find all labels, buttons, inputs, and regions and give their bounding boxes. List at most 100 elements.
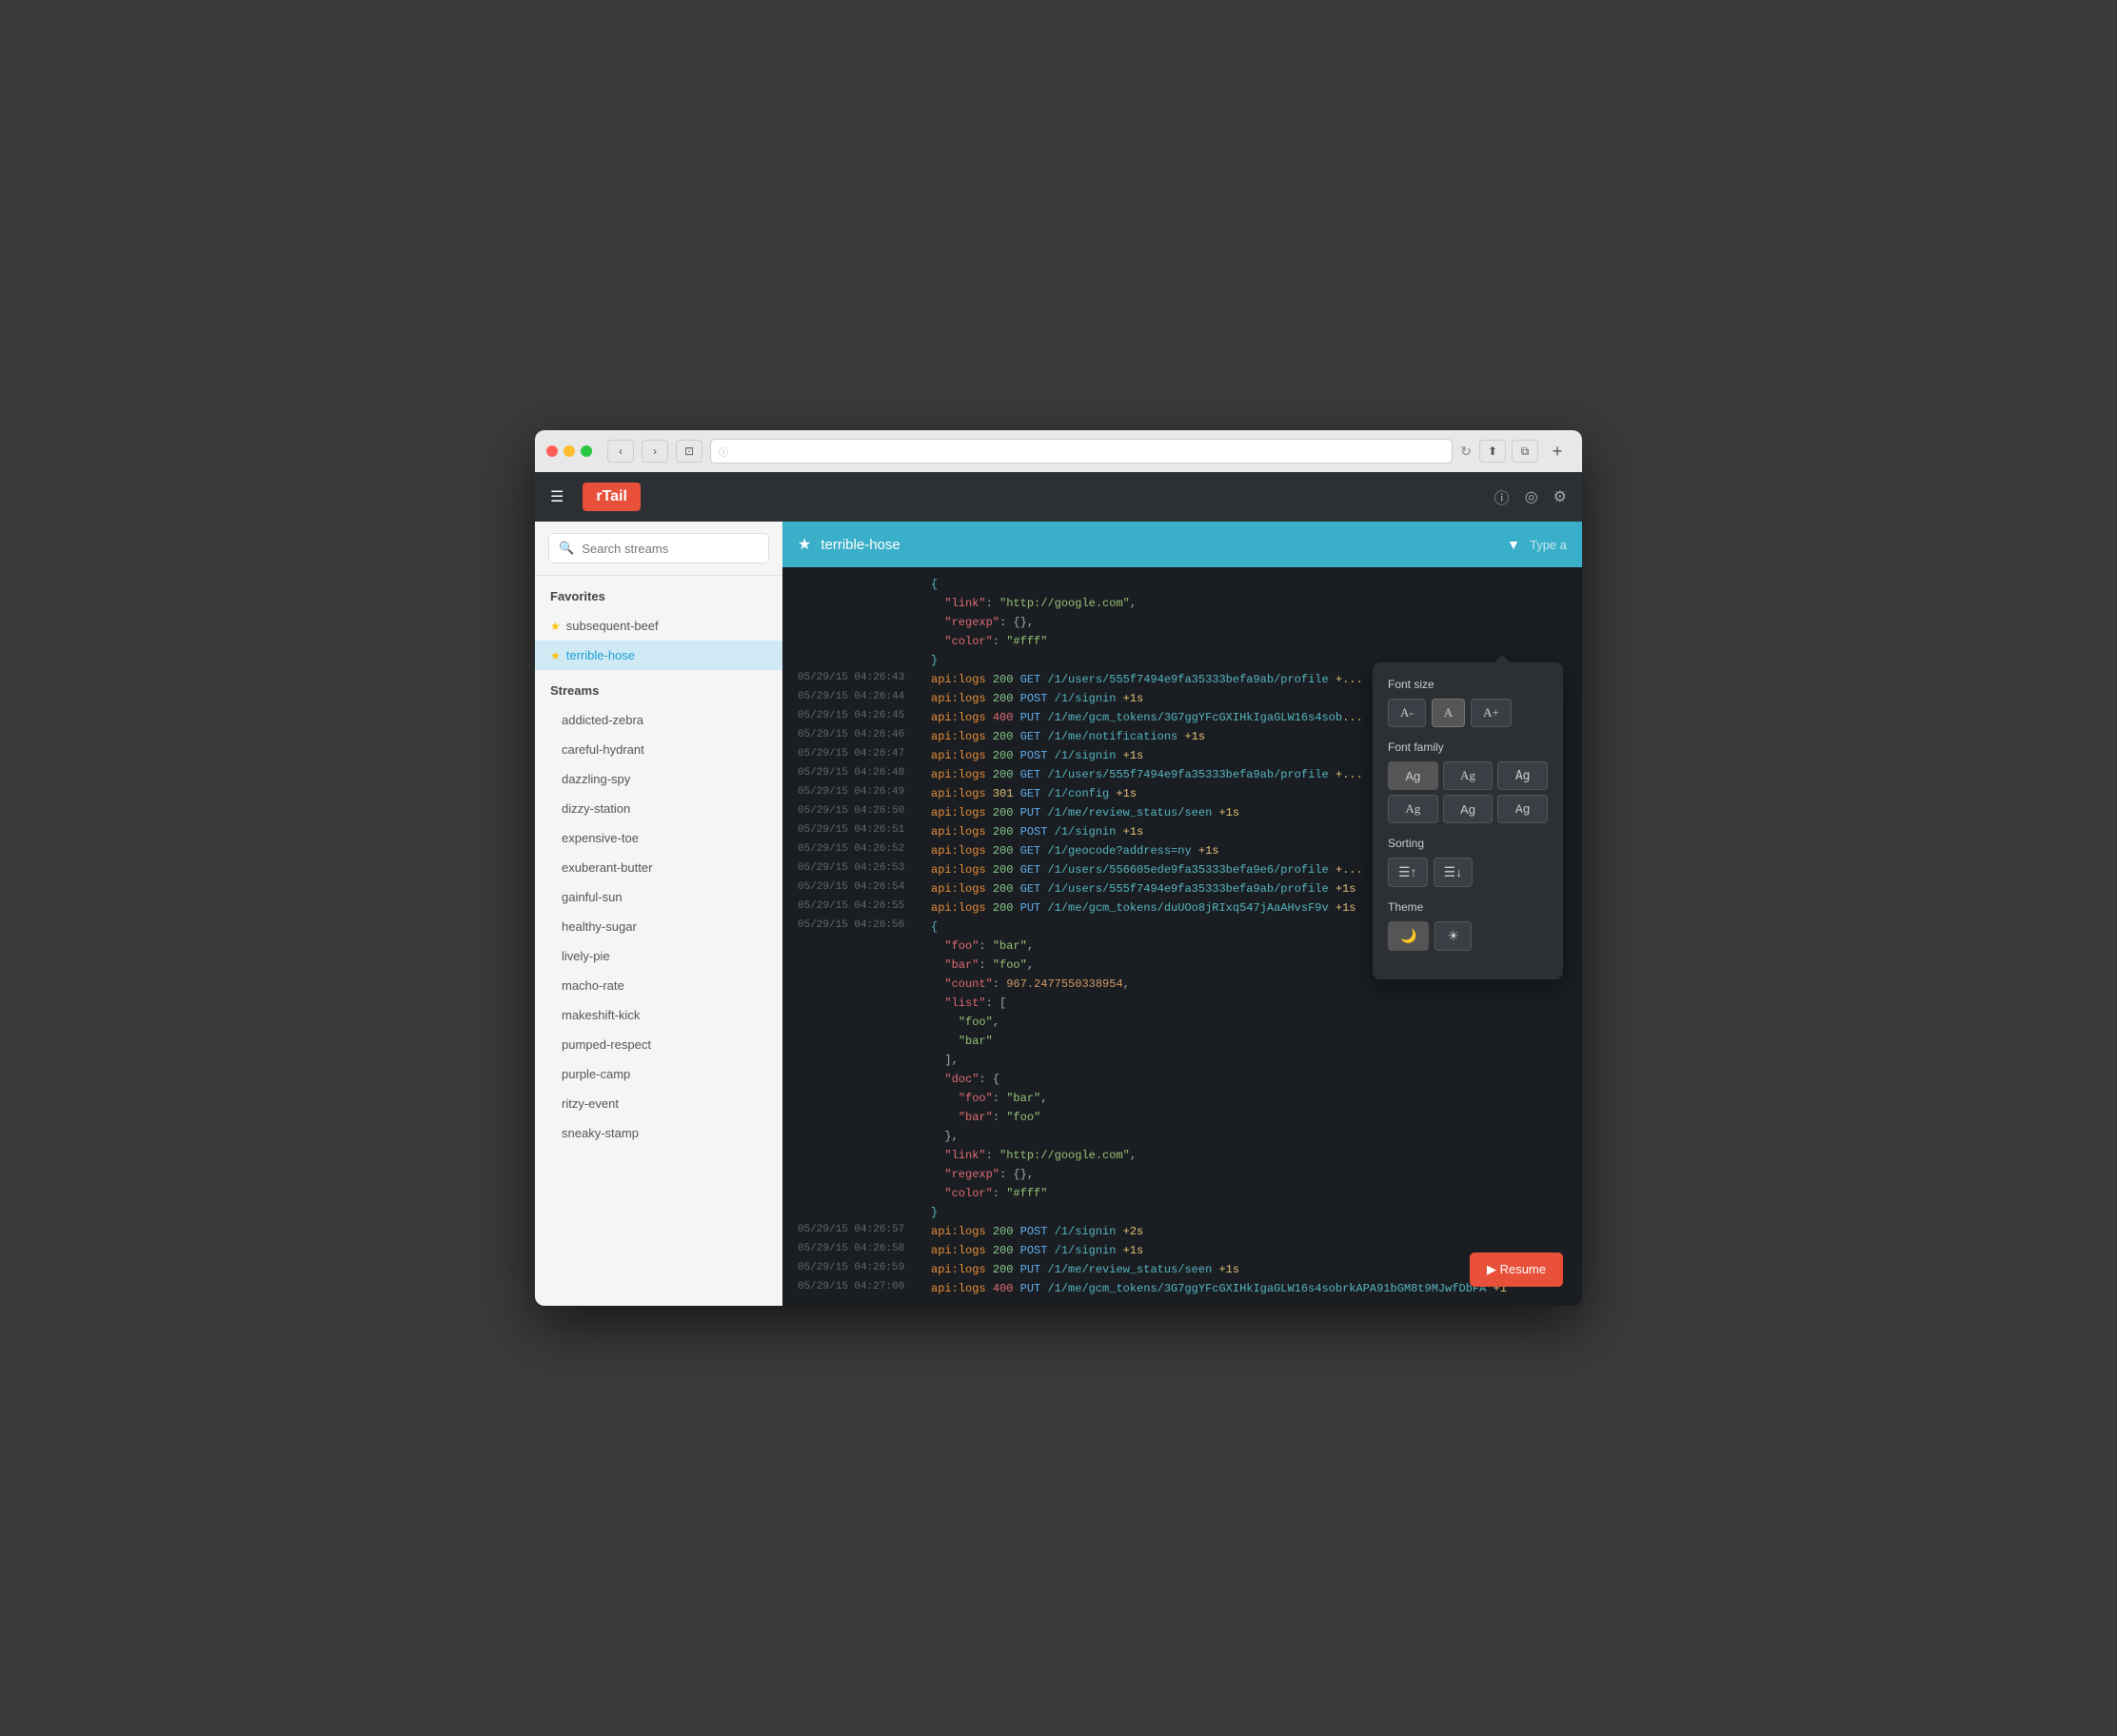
log-timestamp [798, 995, 931, 996]
sidebar-item-dazzling-spy[interactable]: dazzling-spy [535, 764, 782, 794]
log-body: "color": "#fff" [931, 633, 1567, 650]
new-tab-button[interactable]: + [1544, 440, 1571, 463]
sidebar-item-label: makeshift-kick [562, 1008, 640, 1022]
log-timestamp: 05/29/15 04:26:59 [798, 1261, 931, 1273]
log-entry: "bar" [782, 1032, 1582, 1051]
font-family-btn-4[interactable]: Ag [1388, 795, 1438, 823]
sidebar-item-healthy-sugar[interactable]: healthy-sugar [535, 912, 782, 941]
font-family-btn-3[interactable]: Ag [1497, 761, 1548, 790]
font-size-decrease-button[interactable]: A- [1388, 699, 1426, 727]
log-timestamp: 05/29/15 04:26:51 [798, 823, 931, 836]
log-entry: "link": "http://google.com", [782, 1146, 1582, 1165]
log-timestamp [798, 1109, 931, 1110]
traffic-lights [546, 445, 592, 457]
font-size-increase-button[interactable]: A+ [1471, 699, 1512, 727]
log-timestamp [798, 1014, 931, 1015]
log-entry: "link": "http://google.com", [782, 594, 1582, 613]
stream-star-icon[interactable]: ★ [798, 535, 811, 554]
sidebar-item-gainful-sun[interactable]: gainful-sun [535, 882, 782, 912]
reader-view-button[interactable]: ⊡ [676, 440, 702, 463]
sidebar-item-lively-pie[interactable]: lively-pie [535, 941, 782, 971]
font-size-buttons: A- A A+ [1388, 699, 1548, 727]
log-entry: { [782, 575, 1582, 594]
log-timestamp [798, 576, 931, 577]
sidebar-item-careful-hydrant[interactable]: careful-hydrant [535, 735, 782, 764]
sidebar-item-makeshift-kick[interactable]: makeshift-kick [535, 1000, 782, 1030]
font-size-section: Font size A- A A+ [1388, 678, 1548, 727]
refresh-button[interactable]: ↻ [1460, 444, 1472, 460]
font-family-btn-5[interactable]: Ag [1443, 795, 1494, 823]
log-timestamp [798, 937, 931, 938]
sidebar-item-macho-rate[interactable]: macho-rate [535, 971, 782, 1000]
log-timestamp [798, 614, 931, 615]
sidebar-item-label: addicted-zebra [562, 713, 643, 727]
font-family-btn-6[interactable]: Ag [1497, 795, 1548, 823]
app-logo[interactable]: rTail [583, 483, 641, 511]
globe-icon[interactable]: ◎ [1525, 487, 1538, 506]
search-container: 🔍 [535, 522, 782, 576]
resume-button[interactable]: ▶ Resume [1470, 1253, 1563, 1287]
sidebar-item-ritzy-event[interactable]: ritzy-event [535, 1089, 782, 1118]
lock-icon: ⓘ [719, 444, 728, 459]
sidebar-item-dizzy-station[interactable]: dizzy-station [535, 794, 782, 823]
font-family-btn-2[interactable]: Ag [1443, 761, 1494, 790]
sidebar-item-addicted-zebra[interactable]: addicted-zebra [535, 705, 782, 735]
log-timestamp [798, 1090, 931, 1091]
log-entry: }, [782, 1127, 1582, 1146]
fullscreen-button[interactable]: ⧉ [1512, 440, 1538, 463]
log-timestamp: 05/29/15 04:26:55 [798, 899, 931, 912]
sidebar-item-pumped-respect[interactable]: pumped-respect [535, 1030, 782, 1059]
filter-icon[interactable]: ▼ [1507, 537, 1520, 552]
log-entry: 05/29/15 04:27:00 api:logs 400 PUT /1/me… [782, 1279, 1582, 1298]
log-body: { [931, 576, 1567, 593]
log-entry: 05/29/15 04:26:58 api:logs 200 POST /1/s… [782, 1241, 1582, 1260]
search-icon: 🔍 [559, 541, 574, 556]
dark-theme-button[interactable]: 🌙 [1388, 921, 1429, 951]
forward-button[interactable]: › [642, 440, 668, 463]
back-button[interactable]: ‹ [607, 440, 634, 463]
maximize-button[interactable] [581, 445, 592, 457]
log-body: "regexp": {}, [931, 1166, 1567, 1183]
log-entry: "regexp": {}, [782, 613, 1582, 632]
share-button[interactable]: ⬆ [1479, 440, 1506, 463]
log-timestamp: 05/29/15 04:26:44 [798, 690, 931, 702]
log-timestamp: 05/29/15 04:26:43 [798, 671, 931, 683]
hamburger-icon[interactable]: ☰ [550, 487, 564, 506]
sidebar-item-expensive-toe[interactable]: expensive-toe [535, 823, 782, 853]
sidebar-item-sneaky-stamp[interactable]: sneaky-stamp [535, 1118, 782, 1148]
log-timestamp: 05/29/15 04:26:45 [798, 709, 931, 721]
close-button[interactable] [546, 445, 558, 457]
main-content: 🔍 Favorites ★ subsequent-beef ★ terrible… [535, 522, 1582, 1306]
log-timestamp: 05/29/15 04:27:00 [798, 1280, 931, 1292]
log-body: "list": [ [931, 995, 1567, 1012]
sort-asc-button[interactable]: ☰↑ [1388, 858, 1428, 887]
sidebar-item-label: sneaky-stamp [562, 1126, 639, 1140]
log-timestamp: 05/29/15 04:26:47 [798, 747, 931, 760]
light-theme-button[interactable]: ☀ [1434, 921, 1472, 951]
search-input[interactable] [582, 542, 759, 556]
sidebar-item-label: healthy-sugar [562, 919, 637, 934]
font-size-normal-button[interactable]: A [1432, 699, 1465, 727]
sort-desc-button[interactable]: ☰↓ [1434, 858, 1474, 887]
sidebar-item-purple-camp[interactable]: purple-camp [535, 1059, 782, 1089]
log-entry: 05/29/15 04:26:57 api:logs 200 POST /1/s… [782, 1222, 1582, 1241]
log-body: api:logs 200 POST /1/signin +2s [931, 1223, 1567, 1240]
settings-icon[interactable]: ⚙ [1553, 487, 1567, 506]
search-box[interactable]: 🔍 [548, 533, 769, 563]
sidebar-item-label: terrible-hose [566, 648, 635, 662]
info-icon[interactable]: ⓘ [1494, 485, 1510, 508]
font-family-btn-1[interactable]: Ag [1388, 761, 1438, 790]
address-bar[interactable]: ⓘ [710, 439, 1453, 464]
filter-placeholder: Type a [1530, 538, 1567, 552]
log-body: "bar": "foo" [931, 1109, 1567, 1126]
sidebar-item-subsequent-beef[interactable]: ★ subsequent-beef [535, 611, 782, 641]
log-entry: "regexp": {}, [782, 1165, 1582, 1184]
log-timestamp [798, 652, 931, 653]
log-timestamp: 05/29/15 04:26:46 [798, 728, 931, 740]
log-timestamp [798, 633, 931, 634]
minimize-button[interactable] [564, 445, 575, 457]
sidebar-item-exuberant-butter[interactable]: exuberant-butter [535, 853, 782, 882]
sidebar-item-terrible-hose[interactable]: ★ terrible-hose [535, 641, 782, 670]
log-timestamp [798, 1147, 931, 1148]
stream-wrapper: { "link": "http://google.com", "regexp":… [782, 567, 1582, 1306]
